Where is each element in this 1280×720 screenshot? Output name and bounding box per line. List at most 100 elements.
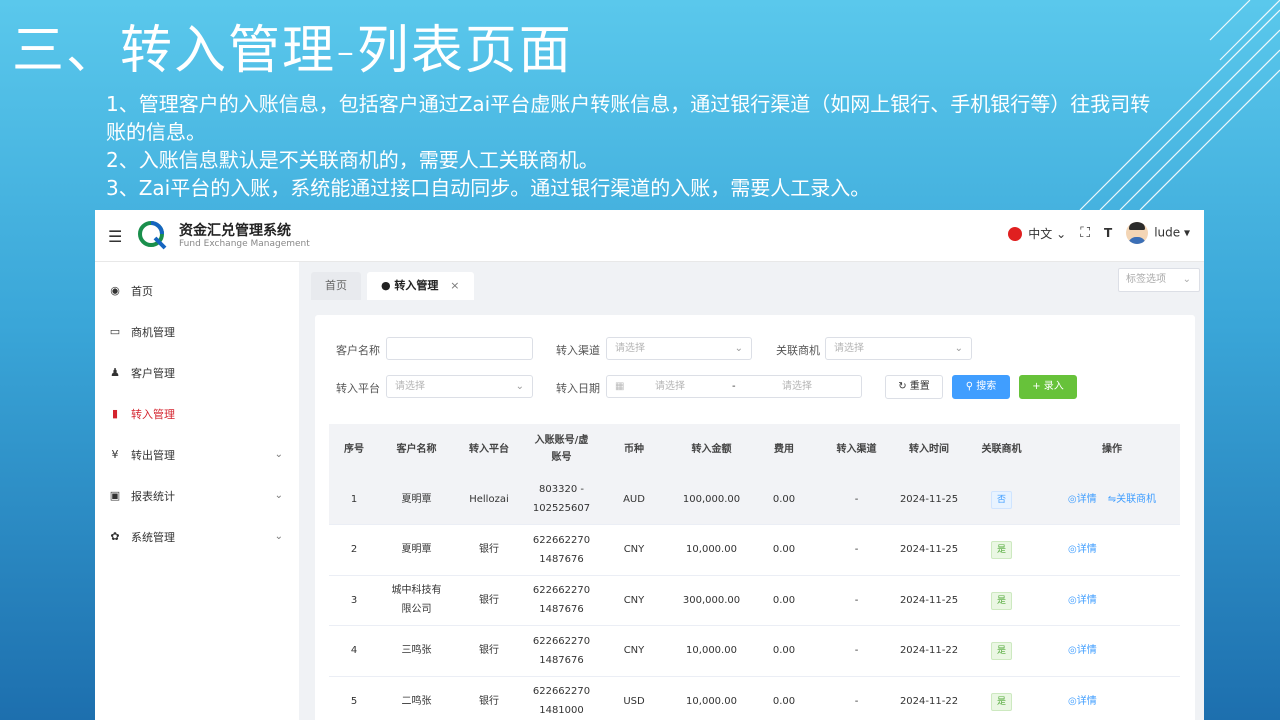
detail-label: 详情 [1076,645,1097,657]
note-1: 1、管理客户的入账信息，包括客户通过Zai平台虚账户转账信息，通过银行渠道（如网… [106,92,1151,144]
customer-name-input[interactable] [386,337,533,360]
reset-button[interactable]: ↻ 重置 [885,375,943,399]
sidebar-item-label: 首页 [131,284,153,298]
slide-notes: 1、管理客户的入账信息，包括客户通过Zai平台虚账户转账信息，通过银行渠道（如网… [106,90,1156,202]
cell-actions: ◎详情 [1044,625,1180,677]
platform-select[interactable]: 请选择 ⌄ [386,375,533,398]
cell-date: 2024-11-22 [899,625,959,677]
detail-link[interactable]: ◎详情 [1068,645,1097,656]
table-row[interactable]: 4 三鸣张 银行 622662270 1487676 CNY 10,000.00… [329,625,1180,677]
users-icon: ♟ [110,366,120,379]
sidebar-item-system[interactable]: ✿ 系统管理 ⌄ [95,516,299,557]
column-header: 客户名称 [379,424,454,474]
reset-label: 重置 [909,381,930,392]
platform-label: 转入平台 [336,382,380,395]
table-row[interactable]: 1 夏明覃 Hellozai 803320 - 102525607 AUD 10… [329,474,1180,525]
cell-customer: 夏明覃 [379,524,454,576]
detail-link[interactable]: ◎详情 [1068,544,1097,555]
tag-options-select[interactable]: 标签选项 ⌄ [1118,268,1200,292]
sidebar-item-reports[interactable]: ▣ 报表统计 ⌄ [95,475,299,516]
chevron-down-icon: ⌄ [1056,226,1067,241]
top-right-tools: 中文 ⌄ ⛶ T lude ▾ [1008,222,1190,244]
slide-title: 三、转入管理-列表页面 [12,21,573,81]
cell-date: 2024-11-25 [899,474,959,525]
close-icon[interactable]: × [450,279,459,292]
search-label: 搜索 [976,381,997,392]
table-row[interactable]: 5 二鸣张 银行 622662270 1481000 USD 10,000.00… [329,676,1180,720]
cell-linked: 是 [959,625,1044,677]
cell-currency: CNY [599,625,669,677]
cell-no: 4 [329,625,379,677]
cell-account: 803320 - 102525607 [524,474,599,525]
settings-icon: ✿ [110,530,120,543]
date-start-placeholder: 请选择 [655,381,685,392]
cell-no: 5 [329,676,379,720]
chevron-down-icon: ⌄ [1182,274,1191,285]
detail-label: 详情 [1076,594,1097,606]
detail-link[interactable]: ◎详情 [1068,696,1097,707]
brand-title: 资金汇兑管理系统 [179,223,291,239]
table-row[interactable]: 2 夏明覃 银行 622662270 1487676 CNY 10,000.00… [329,524,1180,576]
customer-name-label: 客户名称 [336,344,380,357]
cell-currency: USD [599,676,669,720]
tab-label: ● 转入管理 [381,279,439,292]
search-icon: ⚲ [965,381,974,392]
fullscreen-icon[interactable]: ⛶ [1080,225,1090,241]
column-header: 关联商机 [959,424,1044,474]
app-window: ☰ 资金汇兑管理系统 Fund Exchange Management 中文 ⌄… [95,210,1204,720]
table-row[interactable]: 3 城中科技有限公司 银行 622662270 1487676 CNY 300,… [329,575,1180,626]
sidebar-item-outbound[interactable]: ¥ 转出管理 ⌄ [95,434,299,475]
cell-linked: 否 [959,474,1044,525]
detail-link[interactable]: ◎详情 [1068,494,1097,505]
column-header: 转入时间 [899,424,959,474]
date-range-picker[interactable]: ▦ 请选择 - 请选择 [606,375,862,398]
column-header: 转入渠道 [814,424,899,474]
brand-logo [138,221,167,250]
chevron-down-icon: ⌄ [274,531,283,542]
detail-label: 详情 [1076,695,1097,707]
cell-actions: ◎详情 [1044,676,1180,720]
date-label: 转入日期 [556,382,600,395]
sidebar: ◉ 首页 ▭ 商机管理 ♟ 客户管理 ▮ 转入管理 ¥ 转出管理 ⌄ ▣ 报表统… [95,262,299,720]
sidebar-item-customer[interactable]: ♟ 客户管理 [95,352,299,393]
sidebar-item-label: 客户管理 [131,366,175,380]
chevron-down-icon: ⌄ [954,343,963,354]
column-header: 序号 [329,424,379,474]
sidebar-item-inbound[interactable]: ▮ 转入管理 [95,393,299,434]
cell-linked: 是 [959,575,1044,626]
cell-amount: 10,000.00 [669,676,754,720]
sidebar-item-label: 系统管理 [131,530,175,544]
channel-placeholder: 请选择 [615,343,645,354]
channel-select[interactable]: 请选择 ⌄ [606,337,752,360]
detail-link[interactable]: ◎详情 [1068,595,1097,606]
chevron-down-icon: ⌄ [274,490,283,501]
book-icon: ▭ [109,325,121,338]
tab-inbound[interactable]: ● 转入管理 × [367,272,474,300]
linked-label: 关联商机 [776,344,820,357]
link-opportunity-link[interactable]: ⇋关联商机 [1108,494,1156,505]
linked-badge: 是 [990,591,1012,610]
date-separator: - [732,381,736,392]
detail-label: 详情 [1076,493,1097,505]
column-header: 操作 [1044,424,1180,474]
sidebar-item-home[interactable]: ◉ 首页 [95,270,299,311]
linked-select[interactable]: 请选择 ⌄ [825,337,972,360]
sidebar-item-opportunity[interactable]: ▭ 商机管理 [95,311,299,352]
note-3: 3、Zai平台的入账，系统能通过接口自动同步。通过银行渠道的入账，需要人工录入。 [106,176,871,200]
brand-subtitle: Fund Exchange Management [179,239,310,249]
cell-currency: CNY [599,575,669,626]
user-menu[interactable]: lude ▾ [1126,222,1190,244]
font-size-icon[interactable]: T [1104,226,1112,240]
linked-placeholder: 请选择 [834,343,864,354]
cell-platform: Hellozai [454,474,524,525]
cell-channel: - [814,474,899,525]
cell-currency: AUD [599,474,669,525]
menu-toggle-icon[interactable]: ☰ [108,227,122,246]
language-switcher[interactable]: 中文 ⌄ [1008,225,1066,242]
tabs-bar: 首页 ● 转入管理 × 标签选项 ⌄ [299,262,1204,302]
add-button[interactable]: + 录入 [1019,375,1077,399]
tab-home[interactable]: 首页 [311,272,361,300]
cell-customer: 城中科技有限公司 [379,575,454,626]
cell-channel: - [814,524,899,576]
search-button[interactable]: ⚲ 搜索 [952,375,1010,399]
